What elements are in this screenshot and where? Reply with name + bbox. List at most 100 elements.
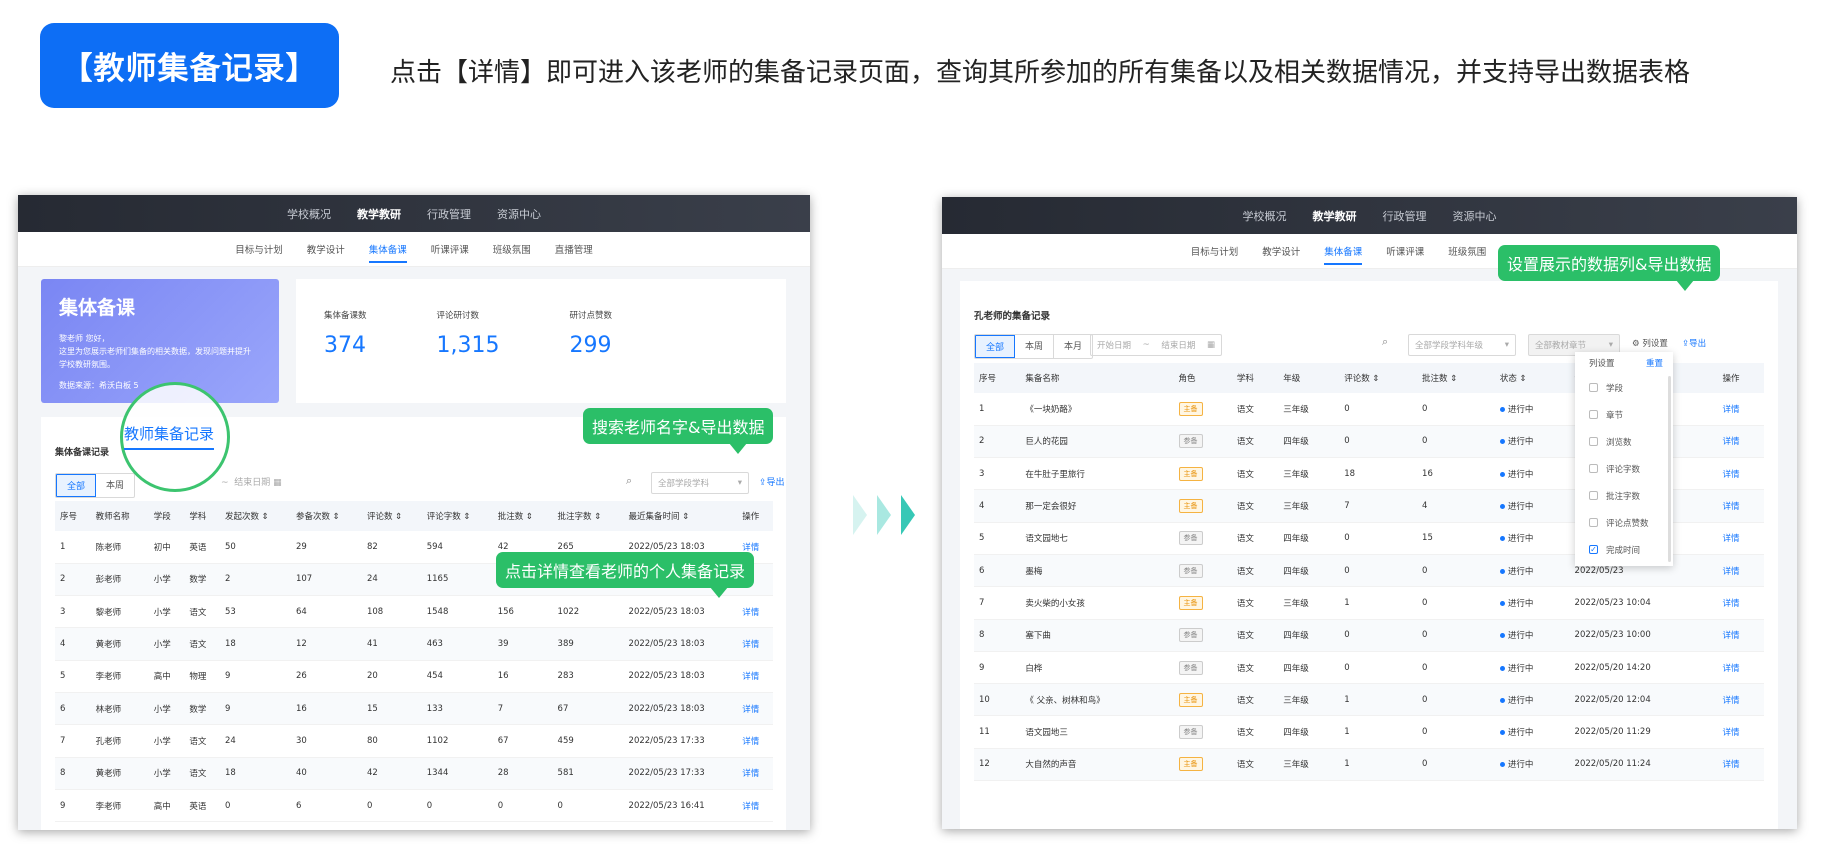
- subnav-item[interactable]: 听课评课: [1386, 244, 1424, 258]
- export-button[interactable]: ⇪导出: [759, 475, 785, 488]
- nav-item[interactable]: 资源中心: [497, 206, 541, 222]
- table-cell: 0: [1339, 651, 1418, 685]
- search-icon[interactable]: ⌕: [1382, 335, 1388, 349]
- checkbox[interactable]: [1589, 383, 1598, 392]
- table-cell: 40: [290, 757, 362, 790]
- table-cell: 4: [55, 627, 91, 661]
- filter-week[interactable]: 本周: [96, 474, 134, 497]
- dropdown-option[interactable]: 批注字数: [1575, 482, 1673, 509]
- filter-week[interactable]: 本周: [1015, 335, 1055, 358]
- subnav-item[interactable]: 直播管理: [555, 242, 593, 256]
- dropdown-scrollbar[interactable]: [1668, 376, 1671, 562]
- table-cell: 李老师: [90, 789, 149, 823]
- nav-item[interactable]: 行政管理: [427, 206, 471, 222]
- table-cell[interactable]: 详情: [1717, 748, 1764, 782]
- column-settings-button[interactable]: ⚙ 列设置: [1632, 337, 1668, 349]
- checkbox[interactable]: [1589, 437, 1598, 446]
- date-range-picker[interactable]: 开始日期 ~ 结束日期 ▦: [1090, 334, 1222, 356]
- table-cell: 0: [219, 789, 291, 823]
- checkbox[interactable]: [1589, 464, 1598, 473]
- option-label: 完成时间: [1606, 545, 1641, 556]
- nav-item[interactable]: 学校概况: [287, 206, 331, 222]
- subnav-item[interactable]: 目标与计划: [235, 242, 283, 256]
- table-cell: 0: [1417, 651, 1495, 685]
- table-cell[interactable]: 详情: [737, 627, 773, 661]
- subnav-item[interactable]: 班级氛围: [1448, 244, 1486, 258]
- table-cell[interactable]: 详情: [1717, 651, 1764, 685]
- nav-item[interactable]: 行政管理: [1383, 208, 1427, 224]
- nav-item[interactable]: 资源中心: [1453, 208, 1497, 224]
- reset-button[interactable]: 重置: [1646, 357, 1663, 369]
- table-cell: 2022/05/23 18:03: [623, 627, 738, 661]
- grade-select[interactable]: 全部学段学科年级 ▾: [1408, 334, 1516, 356]
- checkbox[interactable]: ✓: [1589, 545, 1598, 554]
- subnav-item[interactable]: 班级氛围: [493, 242, 531, 256]
- subnav-item-active[interactable]: 集体备课: [368, 235, 407, 263]
- table-cell[interactable]: 详情: [1717, 619, 1764, 652]
- table-cell[interactable]: 详情: [737, 757, 773, 790]
- table-row: 8 黄老师 小学 语文 18 40 42 1344 28 581 2022/05/23 17:33 详…: [55, 757, 773, 790]
- checkbox[interactable]: [1589, 491, 1598, 500]
- table-cell[interactable]: 详情: [737, 692, 773, 726]
- table-cell: 语文: [184, 757, 220, 790]
- dropdown-option[interactable]: 学段: [1575, 374, 1673, 401]
- table-cell[interactable]: 详情: [1717, 425, 1764, 459]
- table-cell: 黄老师: [90, 627, 149, 661]
- table-cell[interactable]: 详情: [1717, 522, 1764, 555]
- filter-month[interactable]: 本月: [1054, 335, 1092, 358]
- table-cell: 塞下曲: [1020, 619, 1174, 652]
- checkbox[interactable]: [1589, 410, 1598, 419]
- nav-item[interactable]: 学校概况: [1243, 208, 1287, 224]
- table-cell[interactable]: 详情: [1717, 586, 1764, 620]
- table-cell: 0: [1339, 425, 1418, 459]
- table-cell: 8: [55, 757, 91, 790]
- table-row: 6 林老师 小学 数学 9 16 15 133 7 67 2022/05/23 18:03 详情: [55, 692, 773, 726]
- table-cell[interactable]: 详情: [737, 660, 773, 693]
- dropdown-option[interactable]: 评论点赞数: [1575, 509, 1673, 536]
- table-cell: 2022/05/20 11:29: [1569, 715, 1718, 749]
- table-cell: 283: [552, 660, 624, 693]
- dropdown-option[interactable]: 评论字数: [1575, 455, 1673, 482]
- table-cell[interactable]: 详情: [737, 789, 773, 823]
- export-button[interactable]: ⇪导出: [1682, 337, 1706, 349]
- column-header: 学科: [184, 501, 220, 531]
- subnav-item[interactable]: 教学设计: [307, 242, 345, 256]
- subnav-item-active[interactable]: 集体备课: [1324, 237, 1363, 265]
- table-cell[interactable]: 详情: [1717, 457, 1764, 491]
- checkbox[interactable]: [1589, 518, 1598, 527]
- table-cell[interactable]: 详情: [1717, 393, 1764, 426]
- table-cell[interactable]: 详情: [737, 595, 773, 629]
- table-cell[interactable]: 详情: [1717, 489, 1764, 523]
- nav-item-active[interactable]: 教学教研: [1313, 208, 1357, 224]
- table-cell[interactable]: 详情: [1717, 554, 1764, 588]
- table-cell[interactable]: 详情: [1717, 715, 1764, 749]
- table-cell: 7: [974, 586, 1021, 620]
- table-cell: 彭老师: [90, 563, 149, 597]
- table-cell: 133: [421, 692, 493, 726]
- table-cell: 10: [974, 683, 1021, 717]
- tab-teacher-records[interactable]: 教师集备记录: [124, 423, 215, 450]
- filter-all[interactable]: 全部: [56, 474, 97, 497]
- dropdown-option[interactable]: ✓ 完成时间: [1575, 536, 1673, 563]
- table-cell: 50: [219, 531, 291, 564]
- dropdown-option[interactable]: 章节: [1575, 401, 1673, 428]
- table-cell: 15: [361, 692, 422, 726]
- table-row: 3 黎老师 小学 语文 53 64 108 1548 156 1022 2022/05/23 18:…: [55, 595, 773, 629]
- dropdown-option[interactable]: 浏览数: [1575, 428, 1673, 455]
- date-range[interactable]: ~ 结束日期 ▦: [221, 475, 282, 488]
- subject-select[interactable]: 全部学段学科 ▾: [651, 472, 749, 494]
- subnav-item[interactable]: 听课评课: [431, 242, 469, 256]
- search-icon[interactable]: ⌕: [626, 474, 632, 488]
- table-cell: 41: [361, 627, 422, 661]
- table-cell: 英语: [184, 789, 220, 823]
- stat-value: 299: [569, 333, 612, 358]
- subnav-item[interactable]: 目标与计划: [1191, 244, 1239, 258]
- table-cell[interactable]: 详情: [1717, 683, 1764, 717]
- table-cell: 459: [552, 724, 624, 758]
- sub-nav: 目标与计划 教学设计 集体备课 听课评课 班级氛围 直播管理: [18, 232, 810, 267]
- nav-item-active[interactable]: 教学教研: [357, 206, 401, 222]
- filter-all[interactable]: 全部: [975, 335, 1016, 358]
- subnav-item[interactable]: 教学设计: [1262, 244, 1300, 258]
- table-cell[interactable]: 详情: [737, 724, 773, 758]
- role-tag: 主备: [1178, 757, 1203, 772]
